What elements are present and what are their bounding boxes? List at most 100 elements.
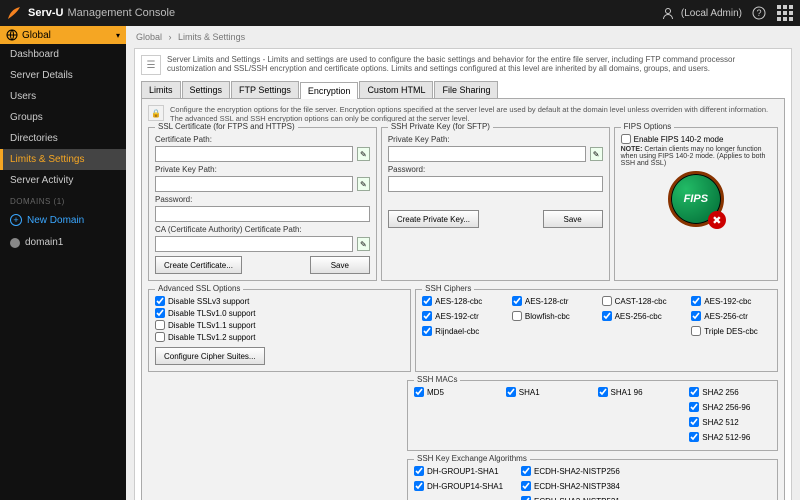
- ssl-pwd-label: Password:: [155, 195, 370, 204]
- fips-legend: FIPS Options: [621, 122, 675, 131]
- sidebar-item-limits-settings[interactable]: Limits & Settings: [0, 149, 126, 170]
- brand-name: Serv-U: [28, 7, 63, 19]
- adv-ssl-checkbox[interactable]: Disable SSLv3 support: [155, 296, 404, 306]
- user-icon[interactable]: [659, 4, 677, 22]
- domains-header: DOMAINS (1): [0, 191, 126, 208]
- sidebar-item-users[interactable]: Users: [0, 86, 126, 107]
- sidebar-item-server-details[interactable]: Server Details: [0, 65, 126, 86]
- breadcrumb: Global › Limits & Settings: [126, 26, 800, 48]
- ssh-cipher-checkbox[interactable]: AES-128-ctr: [512, 296, 592, 306]
- lock-icon: 🔒: [148, 105, 164, 121]
- ssh-key-group: SSH Private Key (for SFTP) Private Key P…: [381, 127, 610, 281]
- settings-panel: ☰ Server Limits and Settings - Limits an…: [134, 48, 792, 500]
- edit-icon[interactable]: ✎: [357, 237, 370, 251]
- domain-item[interactable]: domain1: [0, 232, 126, 253]
- plus-icon: +: [10, 214, 22, 226]
- ssh-kex-checkbox[interactable]: DH-GROUP14-SHA1: [414, 481, 503, 491]
- cert-path-label: Certificate Path:: [155, 135, 370, 144]
- sidebar-item-groups[interactable]: Groups: [0, 107, 126, 128]
- ssh-cipher-checkbox[interactable]: Blowfish-cbc: [512, 311, 592, 321]
- ssh-cipher-checkbox[interactable]: AES-192-cbc: [691, 296, 771, 306]
- panel-info-icon: ☰: [141, 55, 161, 75]
- ssh-mac-checkbox[interactable]: SHA2 512-96: [689, 432, 771, 442]
- ssh-kex-checkbox[interactable]: ECDH-SHA2-NISTP521: [521, 496, 620, 500]
- tabs: LimitsSettingsFTP SettingsEncryptionCust…: [141, 81, 785, 99]
- encryption-description: Configure the encryption options for the…: [170, 105, 778, 123]
- sidebar-item-dashboard[interactable]: Dashboard: [0, 44, 126, 65]
- tab-encryption[interactable]: Encryption: [300, 82, 359, 99]
- ssh-mac-checkbox[interactable]: SHA2 256: [689, 387, 771, 397]
- ssh-macs-group: SSH MACs MD5SHA1SHA1 96SHA2 256 SHA2 256…: [407, 380, 778, 451]
- edit-icon[interactable]: ✎: [357, 177, 370, 191]
- ssh-cipher-checkbox[interactable]: CAST-128-cbc: [602, 296, 682, 306]
- ssh-kex-checkbox[interactable]: DH-GROUP1-SHA1: [414, 466, 503, 476]
- adv-legend: Advanced SSL Options: [155, 284, 243, 293]
- brand-subtitle: Management Console: [67, 7, 175, 19]
- edit-icon[interactable]: ✎: [590, 147, 603, 161]
- svg-text:?: ?: [756, 8, 761, 18]
- tab-encryption-body: 🔒 Configure the encryption options for t…: [141, 99, 785, 500]
- ssh-kex-checkbox[interactable]: ECDH-SHA2-NISTP384: [521, 481, 620, 491]
- sidebar-item-directories[interactable]: Directories: [0, 128, 126, 149]
- ssh-save-button[interactable]: Save: [543, 210, 603, 228]
- ssh-mac-checkbox[interactable]: MD5: [414, 387, 496, 397]
- adv-ssl-checkbox[interactable]: Disable TLSv1.0 support: [155, 308, 404, 318]
- ssh-mac-checkbox[interactable]: SHA2 256-96: [689, 402, 771, 412]
- sidebar-scope-label: Global: [22, 30, 51, 41]
- globe-icon: [6, 29, 18, 41]
- adv-ssl-checkbox[interactable]: Disable TLSv1.1 support: [155, 320, 404, 330]
- ssh-cipher-checkbox[interactable]: AES-256-cbc: [602, 311, 682, 321]
- fips-badge-icon: FIPS ✖: [668, 171, 724, 227]
- create-private-key-button[interactable]: Create Private Key...: [388, 210, 479, 228]
- ssh-pwd-input[interactable]: [388, 176, 603, 192]
- cert-path-input[interactable]: [155, 146, 353, 162]
- tab-file-sharing[interactable]: File Sharing: [434, 81, 498, 98]
- help-icon[interactable]: ?: [750, 4, 768, 22]
- ssh-cipher-checkbox[interactable]: Triple DES-cbc: [691, 326, 771, 336]
- breadcrumb-root[interactable]: Global: [136, 32, 162, 42]
- ssh-kex-group: SSH Key Exchange Algorithms DH-GROUP1-SH…: [407, 459, 778, 500]
- tab-settings[interactable]: Settings: [182, 81, 231, 98]
- ssl-save-button[interactable]: Save: [310, 256, 370, 274]
- ssl-key-input[interactable]: [155, 176, 353, 192]
- ssl-legend: SSL Certificate (for FTPS and HTTPS): [155, 122, 298, 131]
- ssh-kex-checkbox[interactable]: ECDH-SHA2-NISTP256: [521, 466, 620, 476]
- ssh-key-input[interactable]: [388, 146, 586, 162]
- ca-path-input[interactable]: [155, 236, 353, 252]
- tab-limits[interactable]: Limits: [141, 81, 181, 98]
- ssh-cipher-checkbox[interactable]: AES-128-cbc: [422, 296, 502, 306]
- tab-ftp-settings[interactable]: FTP Settings: [231, 81, 299, 98]
- ssh-cipher-checkbox[interactable]: AES-256-ctr: [691, 311, 771, 321]
- edit-icon[interactable]: ✎: [357, 147, 370, 161]
- sidebar-scope-global[interactable]: Global ▾: [0, 26, 126, 44]
- advanced-ssl-group: Advanced SSL Options Disable SSLv3 suppo…: [148, 289, 411, 372]
- tab-custom-html[interactable]: Custom HTML: [359, 81, 433, 98]
- new-domain-label: New Domain: [27, 215, 84, 226]
- fips-note: NOTE: Certain clients may no longer func…: [621, 146, 771, 167]
- topbar: Serv-U Management Console (Local Admin) …: [0, 0, 800, 26]
- fips-enable-checkbox[interactable]: Enable FIPS 140-2 mode: [621, 134, 771, 144]
- ssh-key-label: Private Key Path:: [388, 135, 603, 144]
- ssh-cipher-checkbox[interactable]: AES-192-ctr: [422, 311, 502, 321]
- ciphers-legend: SSH Ciphers: [422, 284, 474, 293]
- configure-cipher-suites-button[interactable]: Configure Cipher Suites...: [155, 347, 265, 365]
- sidebar-item-server-activity[interactable]: Server Activity: [0, 170, 126, 191]
- ssh-cipher-checkbox[interactable]: Rijndael-cbc: [422, 326, 502, 336]
- create-certificate-button[interactable]: Create Certificate...: [155, 256, 242, 274]
- ssl-key-label: Private Key Path:: [155, 165, 370, 174]
- kex-legend: SSH Key Exchange Algorithms: [414, 454, 530, 463]
- brand-logo-icon: [6, 5, 22, 21]
- domain-icon: [10, 238, 20, 248]
- breadcrumb-current: Limits & Settings: [178, 32, 245, 42]
- ssl-pwd-input[interactable]: [155, 206, 370, 222]
- macs-legend: SSH MACs: [414, 375, 460, 384]
- panel-description: Server Limits and Settings - Limits and …: [167, 55, 785, 75]
- adv-ssl-checkbox[interactable]: Disable TLSv1.2 support: [155, 332, 404, 342]
- ssh-mac-checkbox[interactable]: SHA2 512: [689, 417, 771, 427]
- new-domain-button[interactable]: + New Domain: [0, 208, 126, 232]
- ssh-mac-checkbox[interactable]: SHA1 96: [598, 387, 680, 397]
- user-label[interactable]: (Local Admin): [681, 8, 742, 19]
- sidebar: Global ▾ DashboardServer DetailsUsersGro…: [0, 26, 126, 500]
- apps-icon[interactable]: [776, 4, 794, 22]
- ssh-mac-checkbox[interactable]: SHA1: [506, 387, 588, 397]
